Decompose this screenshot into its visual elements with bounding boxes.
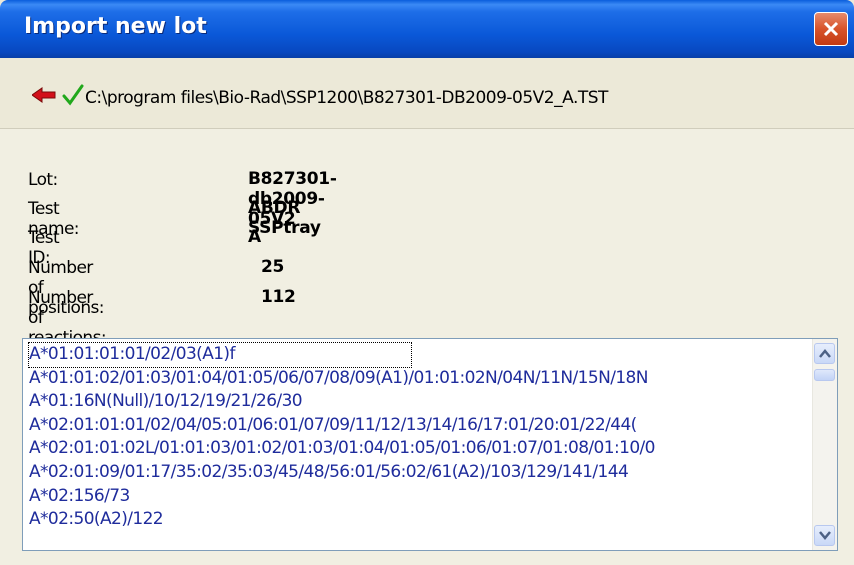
list-item[interactable]: A*01:16N(Null)/10/12/19/21/26/30 xyxy=(29,390,819,414)
back-arrow-icon[interactable] xyxy=(32,87,56,103)
close-x-icon xyxy=(823,21,839,37)
lot-label: Lot: xyxy=(28,170,58,190)
file-path: C:\program files\Bio-Rad\SSP1200\B827301… xyxy=(85,88,608,108)
list-item[interactable]: A*01:01:01:01/02/03(A1)f xyxy=(28,342,412,368)
list-item[interactable]: A*01:01:02/01:03/01:04/01:05/06/07/08/09… xyxy=(29,367,819,391)
chevron-down-icon xyxy=(819,531,831,540)
import-lot-dialog: Import new lot C:\program files\Bio-Rad\… xyxy=(0,0,854,565)
title-bar[interactable]: Import new lot xyxy=(0,0,854,58)
vertical-scrollbar[interactable] xyxy=(812,339,837,550)
close-button[interactable] xyxy=(814,12,848,46)
positions-value: 25 xyxy=(261,257,285,277)
allele-list: A*01:01:01:01/02/03(A1)f A*01:01:02/01:0… xyxy=(28,342,819,532)
list-item[interactable]: A*02:01:01:01/02/04/05:01/06:01/07/09/11… xyxy=(29,414,819,438)
scroll-up-button[interactable] xyxy=(814,343,835,364)
list-item[interactable]: A*02:50(A2)/122 xyxy=(29,508,819,532)
list-item[interactable]: A*02:156/73 xyxy=(29,485,819,509)
reactions-value: 112 xyxy=(261,287,296,307)
chevron-up-icon xyxy=(819,349,831,358)
scroll-down-button[interactable] xyxy=(814,525,835,546)
check-icon xyxy=(62,84,84,106)
allele-listbox[interactable]: A*01:01:01:01/02/03(A1)f A*01:01:02/01:0… xyxy=(22,338,838,551)
scroll-thumb[interactable] xyxy=(814,369,835,381)
list-item[interactable]: A*02:01:01:02L/01:01:03/01:02/01:03/01:0… xyxy=(29,437,819,461)
test-id-value: A xyxy=(248,227,261,247)
window-title: Import new lot xyxy=(24,14,207,39)
list-item[interactable]: A*02:01:09/01:17/35:02/35:03/45/48/56:01… xyxy=(29,461,819,485)
